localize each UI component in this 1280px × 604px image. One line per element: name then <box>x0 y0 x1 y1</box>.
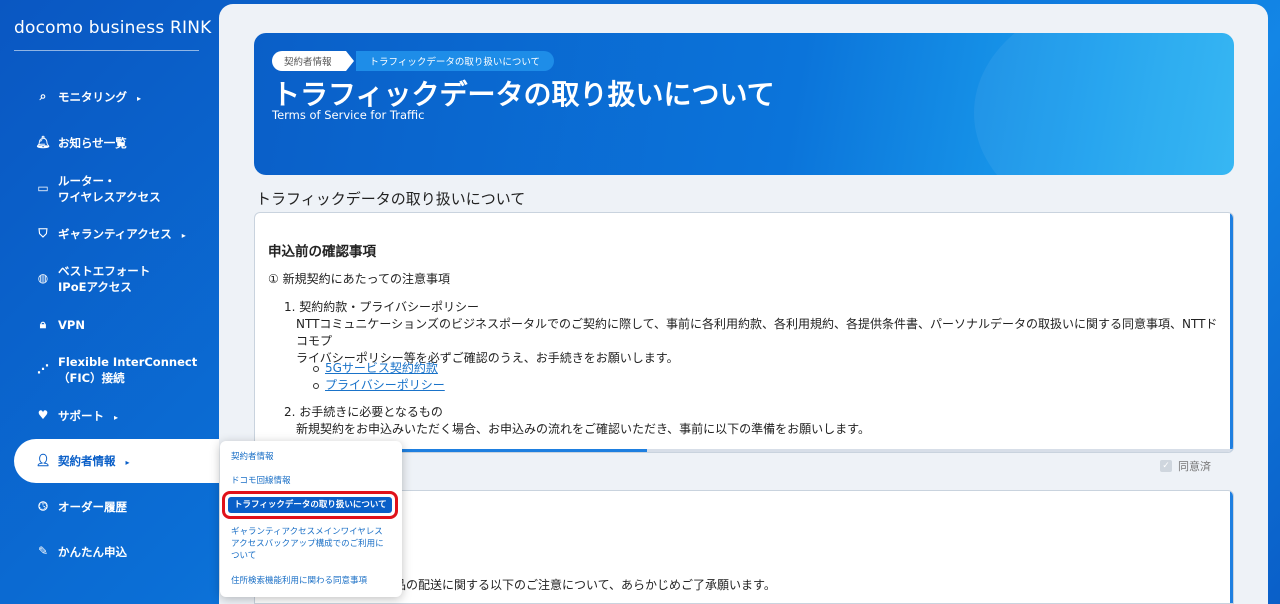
monitor-search-icon: ⌕ <box>39 89 47 103</box>
agree-checkbox[interactable]: ✓ 同意済 <box>1160 458 1211 474</box>
link-privacy-policy[interactable]: プライバシーポリシー <box>325 377 445 394</box>
submenu-line: アクセスバックアップ構成でのご利用に <box>231 539 384 549</box>
network-icon: ⋰ <box>37 362 49 376</box>
sidebar-item-fic[interactable]: ⋰ Flexible InterConnect （FIC）接続 <box>36 354 197 386</box>
label-line: ルーター・ <box>58 174 116 188</box>
checkbox-icon: ✓ <box>1160 460 1172 472</box>
heart-hand-icon: ♥ <box>37 408 49 422</box>
agree-label: 同意済 <box>1178 460 1211 473</box>
item-body: 新規契約をお申込みいただく場合、お申込みの流れをご確認いただき、事前に以下の準備… <box>296 422 870 436</box>
submenu-item-contract-info[interactable]: 契約者情報 <box>231 451 274 463</box>
sidebar-item-label: ギャランティアクセス <box>58 227 172 241</box>
submenu-line: ついて <box>231 551 257 561</box>
item-title: 2. お手続きに必要となるもの <box>284 405 443 419</box>
submenu-item-traffic-data[interactable]: トラフィックデータの取り扱いについて <box>228 497 392 513</box>
sidebar-item-contract-info[interactable]: 👤︎ 契約者情報 ▸ <box>35 453 130 471</box>
lock-icon: 🔒︎ <box>39 317 47 331</box>
card-heading: 申込前の確認事項 <box>268 244 376 260</box>
sidebar: docomo business RINK ⌕ モニタリング ▸ 🔔︎ お知らせ一… <box>0 0 244 604</box>
chevron-right-icon: ▸ <box>114 413 119 422</box>
submenu-item-guaranteed-wireless-backup[interactable]: ギャランティアクセスメインワイヤレス アクセスバックアップ構成でのご利用に つい… <box>231 526 384 562</box>
sidebar-item-label: Flexible InterConnect （FIC）接続 <box>58 354 197 386</box>
submenu-line: ギャランティアクセスメインワイヤレス <box>231 527 383 537</box>
submenu-item-address-search-consent[interactable]: 住所検索機能利用に関わる同意事項 <box>231 575 367 587</box>
page-subtitle: Terms of Service for Traffic <box>272 108 425 122</box>
sidebar-item-label: お知らせ一覧 <box>58 136 127 150</box>
label-line: ベストエフォート <box>58 264 151 278</box>
sidebar-item-easy-apply[interactable]: ✎ かんたん申込 <box>36 544 127 560</box>
router-icon: ▭ <box>37 181 49 195</box>
brand-logo: docomo business RINK <box>14 18 212 38</box>
submenu-item-docomo-line[interactable]: ドコモ回線情報 <box>231 475 291 487</box>
sidebar-item-best-effort[interactable]: ◍ ベストエフォート IPoEアクセス <box>36 263 150 295</box>
bell-icon: 🔔︎ <box>35 135 51 149</box>
sidebar-item-guaranteed-access[interactable]: ⛉ ギャランティアクセス ▸ <box>36 226 186 244</box>
chevron-right-icon: ▸ <box>125 458 130 467</box>
link-5g-terms[interactable]: 5Gサービス契約約款 <box>325 360 438 377</box>
chevron-right-icon: ▸ <box>181 231 186 240</box>
section-title: トラフィックデータの取り扱いについて <box>256 190 526 208</box>
breadcrumb: 契約者情報 トラフィックデータの取り扱いについて <box>272 51 555 71</box>
sidebar-item-monitoring[interactable]: ⌕ モニタリング ▸ <box>36 89 141 107</box>
sidebar-item-label: ルーター・ ワイヤレスアクセス <box>58 173 161 205</box>
sidebar-item-label: VPN <box>58 318 85 332</box>
sidebar-item-support[interactable]: ♥ サポート ▸ <box>36 408 118 426</box>
clock-icon: 🕓︎ <box>38 499 48 513</box>
note-text: ① 新規契約にあたっての注意事項 <box>268 272 450 286</box>
terms-card[interactable]: 申込前の確認事項 ① 新規契約にあたっての注意事項 1. 契約約款・プライバシー… <box>254 212 1234 453</box>
item-title: 1. 契約約款・プライバシーポリシー <box>284 300 480 314</box>
chevron-right-icon: ▸ <box>137 94 142 103</box>
page-hero: 契約者情報 トラフィックデータの取り扱いについて トラフィックデータの取り扱いに… <box>254 33 1234 175</box>
bullet-icon <box>313 366 319 372</box>
vertical-scrollbar[interactable] <box>1230 213 1233 452</box>
sidebar-item-label: オーダー履歴 <box>58 500 127 514</box>
label-line: Flexible InterConnect <box>58 355 198 369</box>
sidebar-item-vpn[interactable]: 🔒︎ VPN <box>36 317 85 333</box>
breadcrumb-current: トラフィックデータの取り扱いについて <box>355 51 555 71</box>
sidebar-item-notifications[interactable]: 🔔︎ お知らせ一覧 <box>35 135 127 151</box>
shield-icon: ⛉ <box>38 226 48 240</box>
label-line: IPoEアクセス <box>58 280 132 294</box>
bullet-icon <box>313 383 319 389</box>
brand-divider <box>14 50 199 51</box>
sidebar-item-label: サポート <box>58 409 104 423</box>
person-icon: 👤︎ <box>35 453 51 467</box>
sidebar-item-order-history[interactable]: 🕓︎ オーダー履歴 <box>36 499 127 515</box>
label-line: ワイヤレスアクセス <box>58 190 161 204</box>
sidebar-item-label: かんたん申込 <box>58 545 127 559</box>
vertical-scrollbar[interactable] <box>1230 491 1233 603</box>
sidebar-item-label: 契約者情報 <box>58 454 116 468</box>
contract-info-submenu: 契約者情報 ドコモ回線情報 トラフィックデータの取り扱いについて ギャランティア… <box>220 441 402 597</box>
edit-icon: ✎ <box>37 544 49 558</box>
page-title: トラフィックデータの取り扱いについて <box>272 78 775 111</box>
sidebar-item-label: モニタリング <box>58 90 127 104</box>
highlight-annotation: トラフィックデータの取り扱いについて <box>222 491 398 519</box>
card-body-text: の商品の配送に関する以下のご注意について、あらかじめご了承願います。 <box>370 578 776 592</box>
breadcrumb-item[interactable]: 契約者情報 <box>272 51 346 71</box>
globe-icon: ◍ <box>37 271 49 285</box>
label-line: （FIC）接続 <box>58 371 125 385</box>
breadcrumb-separator <box>345 51 354 71</box>
sidebar-item-label: ベストエフォート IPoEアクセス <box>58 263 150 295</box>
body-line: NTTコミュニケーションズのビジネスポータルでのご契約に際して、事前に各利用約款… <box>296 317 1218 348</box>
sidebar-item-router-wireless[interactable]: ▭ ルーター・ ワイヤレスアクセス <box>36 173 161 205</box>
